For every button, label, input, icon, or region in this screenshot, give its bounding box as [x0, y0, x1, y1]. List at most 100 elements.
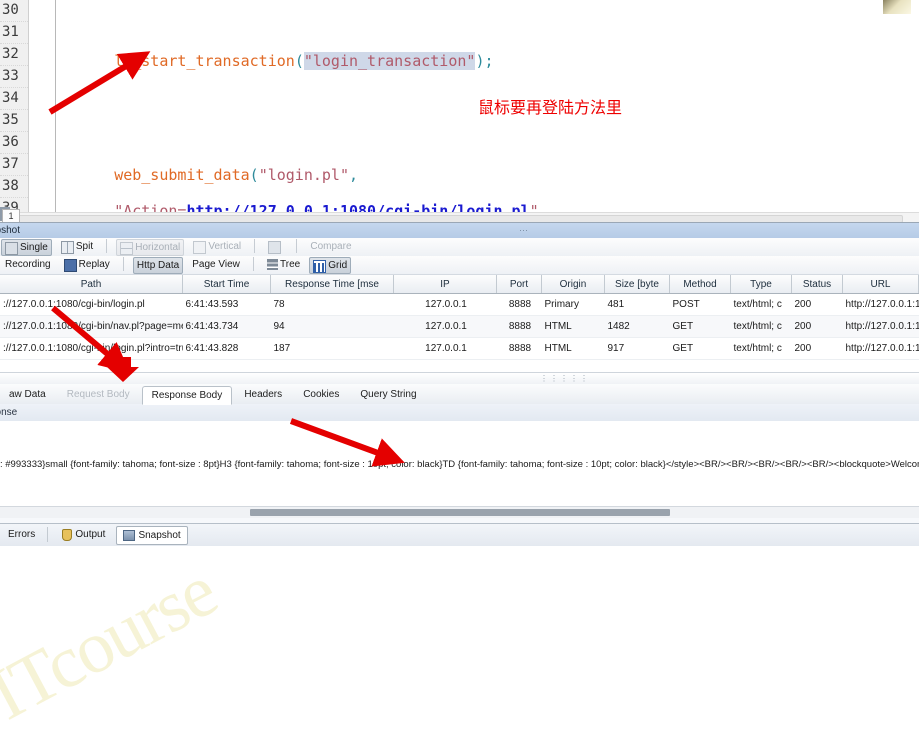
grid-view-button[interactable]: Grid — [309, 257, 352, 274]
column-header-url[interactable]: URL — [842, 275, 919, 294]
split-pane-icon — [60, 241, 74, 254]
table-row[interactable]: ://127.0.0.1:1080/cgi-bin/nav.pl?page=me… — [0, 315, 919, 338]
cell-type: text/html; c — [730, 293, 792, 316]
statusbar-separator — [47, 527, 49, 542]
response-body-scroll-thumb[interactable] — [250, 509, 670, 516]
horizontal-layout-icon — [120, 242, 134, 255]
watermark-text: ITcourse — [0, 550, 229, 737]
code-line-30: lr_start_transaction("login_transaction"… — [60, 30, 919, 70]
http-data-grid[interactable]: Path Start Time Response Time [mse IP Po… — [0, 275, 919, 373]
tab-query-string[interactable]: Query String — [351, 386, 425, 403]
code-string: "login_transaction" — [303, 52, 476, 70]
view-split-button[interactable]: Spit — [57, 239, 97, 254]
tab-cookies[interactable]: Cookies — [294, 386, 348, 403]
http-data-button[interactable]: Http Data — [132, 257, 184, 274]
response-text-part1: : #993333}small {font-family: tahoma; fo… — [0, 459, 919, 470]
cell-url: http://127.0.0.1:1080/cgi-bin/login.pl?i… — [842, 337, 919, 360]
cell-url: http://127.0.0.1:1080/cgi-bin/login.pl — [842, 293, 919, 316]
snapshot-mode-toolbar: Recording Replay Http Data Page View Tre… — [0, 256, 919, 275]
statusbar-output-label: Output — [75, 529, 106, 540]
cell-ip: 127.0.0.1 — [393, 315, 497, 338]
single-pane-icon — [5, 242, 18, 255]
tab-headers[interactable]: Headers — [235, 386, 291, 403]
column-header-start-time[interactable]: Start Time — [182, 275, 271, 294]
compare-button[interactable] — [264, 239, 287, 254]
grid-label: Grid — [328, 260, 348, 271]
cell-method: GET — [669, 315, 731, 338]
response-body-view[interactable]: : #993333}small {font-family: tahoma; fo… — [0, 421, 919, 506]
code-fold-rule — [55, 0, 56, 212]
view-horizontal-button[interactable]: Horizontal — [116, 239, 185, 256]
cell-port: 8888 — [496, 293, 542, 316]
tree-view-button[interactable]: Tree — [263, 257, 304, 272]
cell-size: 917 — [604, 337, 670, 360]
cell-status: 200 — [791, 293, 843, 316]
annotation-note-text: 鼠标要再登陆方法里 — [478, 98, 623, 117]
script-editor-pane[interactable]: 30 31 32 33 34 35 36 37 38 39 40 lr_star… — [0, 0, 919, 222]
cell-response-time: 78 — [270, 293, 394, 316]
cell-start-time: 6:41:43.828 — [182, 337, 271, 360]
tab-response-body[interactable]: Response Body — [141, 386, 233, 405]
cell-size: 481 — [604, 293, 670, 316]
cell-method: GET — [669, 337, 731, 360]
statusbar-snapshot-label: Snapshot — [138, 530, 181, 541]
response-body-text: : #993333}small {font-family: tahoma; fo… — [0, 459, 919, 470]
cell-type: text/html; c — [730, 337, 792, 360]
code-function-name: lr_start_transaction — [114, 52, 295, 70]
response-body-horizontal-scrollbar[interactable] — [0, 506, 919, 518]
column-header-ip[interactable]: IP — [393, 275, 497, 294]
window-corner-decoration — [883, 0, 911, 14]
line-number-gutter: 30 31 32 33 34 35 36 37 38 39 40 — [0, 0, 29, 220]
recording-button[interactable]: Recording — [1, 257, 55, 272]
view-split-label: Spit — [75, 241, 94, 252]
output-icon — [62, 529, 73, 541]
column-header-method[interactable]: Method — [669, 275, 731, 294]
editor-horizontal-scrollbar[interactable] — [0, 212, 919, 222]
cell-url: http://127.0.0.1:1080/cgi-bin/nav.pl?pag… — [842, 315, 919, 338]
table-row[interactable]: ://127.0.0.1:1080/cgi-bin/login.pl 6:41:… — [0, 293, 919, 316]
table-row[interactable]: ://127.0.0.1:1080/cgi-bin/login.pl?intro… — [0, 337, 919, 360]
tab-request-body[interactable]: Request Body — [58, 386, 139, 403]
cell-type: text/html; c — [730, 315, 792, 338]
editor-tab-1[interactable]: 1 — [2, 209, 20, 222]
view-single-button[interactable]: Single — [1, 239, 52, 256]
view-vertical-button[interactable]: Vertical — [189, 239, 245, 254]
column-header-type[interactable]: Type — [730, 275, 792, 294]
cell-ip: 127.0.0.1 — [393, 293, 497, 316]
panel-title-text: apshot — [0, 225, 21, 236]
column-header-status[interactable]: Status — [791, 275, 843, 294]
editor-scroll-thumb[interactable] — [16, 215, 903, 222]
splitter-grip[interactable]: ⋮⋮⋮⋮⋮ — [540, 375, 588, 383]
snapshot-view-toolbar: Single Spit Horizontal Vertical Compare — [0, 238, 919, 257]
code-punct: ( — [249, 166, 259, 184]
tree-label: Tree — [280, 259, 301, 270]
code-string: "login.pl" — [258, 166, 349, 184]
compare-label-button[interactable]: Compare — [306, 239, 355, 254]
cell-path: ://127.0.0.1:1080/cgi-bin/login.pl — [0, 293, 183, 316]
line-number: 37 — [0, 154, 28, 176]
cell-status: 200 — [791, 337, 843, 360]
http-data-table: Path Start Time Response Time [mse IP Po… — [0, 275, 919, 360]
cell-start-time: 6:41:43.593 — [182, 293, 271, 316]
column-header-port[interactable]: Port — [496, 275, 542, 294]
statusbar-errors-tab[interactable]: Errors — [2, 526, 41, 543]
cell-port: 8888 — [496, 315, 542, 338]
code-punct: ); — [475, 52, 494, 70]
column-header-size[interactable]: Size [byte — [604, 275, 670, 294]
replay-button[interactable]: Replay — [60, 257, 114, 272]
page-view-button[interactable]: Page View — [188, 257, 244, 272]
column-header-response-time[interactable]: Response Time [mse — [270, 275, 394, 294]
replay-icon — [63, 259, 77, 272]
view-vertical-label: Vertical — [208, 241, 242, 252]
statusbar-output-tab[interactable]: Output — [56, 526, 111, 543]
tab-raw-data[interactable]: aw Data — [0, 386, 55, 403]
line-number: 34 — [0, 88, 28, 110]
bottom-status-bar: Errors Output Snapshot — [0, 523, 919, 546]
detail-tab-bar: aw Data Request Body Response Body Heade… — [0, 384, 919, 405]
cell-path: ://127.0.0.1:1080/cgi-bin/login.pl?intro… — [0, 337, 183, 360]
column-header-path[interactable]: Path — [0, 275, 183, 294]
toolbar-separator — [296, 239, 298, 253]
cell-origin: Primary — [541, 293, 605, 316]
column-header-origin[interactable]: Origin — [541, 275, 605, 294]
statusbar-snapshot-tab[interactable]: Snapshot — [116, 526, 188, 545]
